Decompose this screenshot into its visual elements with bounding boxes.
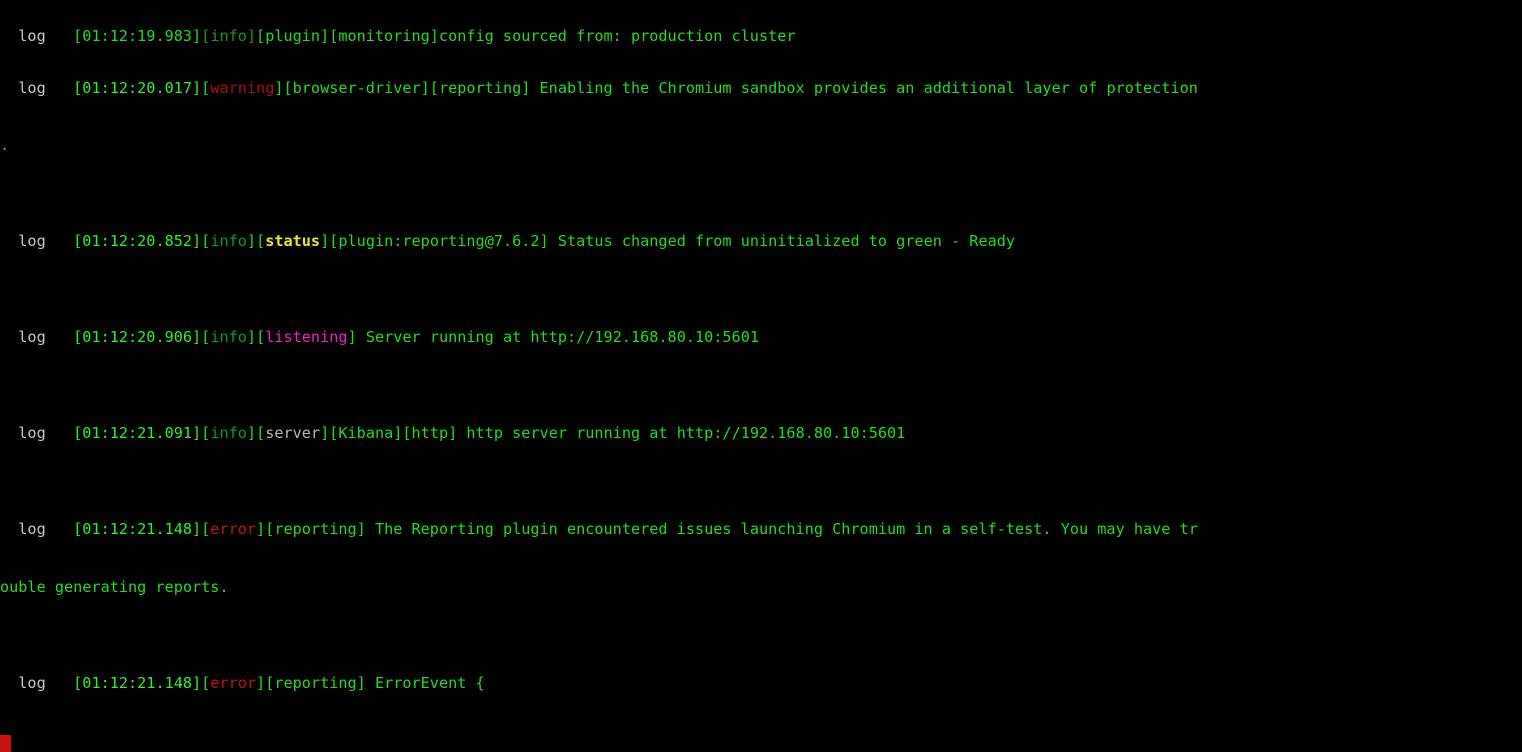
log-level-error: error: [210, 674, 257, 692]
log-prefix: log: [0, 424, 74, 443]
log-message-continuation: ouble generating reports.: [0, 578, 229, 596]
terminal-cursor: [0, 735, 11, 752]
log-bracket-close: ]: [256, 520, 266, 539]
log-timestamp: [01:12:20.852]: [73, 232, 202, 251]
log-bracket-open: [: [201, 520, 211, 539]
log-tag-server: server: [265, 424, 321, 443]
log-bracket-close: ]: [347, 328, 357, 347]
log-prefix: log: [0, 78, 74, 97]
log-bracket-open: [: [201, 424, 211, 443]
log-timestamp: [01:12:20.017]: [73, 78, 202, 97]
log-bracket-open: [: [256, 328, 266, 347]
log-bracket-close: ]: [320, 424, 330, 443]
log-bracket-open: [: [201, 232, 211, 251]
log-prefix: log: [0, 232, 74, 251]
log-prefix: log: [0, 674, 74, 692]
log-line-info-server: log [01:12:21.091][info][server][Kibana]…: [0, 424, 1522, 443]
log-line-error-selftest: log [01:12:21.148][error][reporting] The…: [0, 520, 1522, 539]
log-message: The Reporting plugin encountered issues …: [365, 520, 1198, 539]
log-bracket-close: ]: [320, 232, 330, 251]
log-timestamp: [01:12:21.148]: [73, 520, 202, 539]
log-message-continuation: .: [0, 136, 10, 155]
log-bracket-open: [: [256, 232, 266, 251]
log-timestamp: [01:12:21.091]: [73, 424, 202, 443]
log-prefix: log: [0, 328, 74, 347]
log-line-info-status: log [01:12:20.852][info][status][plugin:…: [0, 232, 1522, 251]
log-line-error-selftest-wrap: ouble generating reports.: [0, 578, 1522, 597]
log-message: http server running at http://192.168.80…: [457, 424, 906, 443]
log-bracket-close: ]: [246, 424, 257, 443]
log-line-warning-sandbox-wrap: .: [0, 136, 1522, 155]
log-prefix: log: [0, 520, 74, 539]
terminal-output[interactable]: log [01:12:19.983][info][plugin][monitor…: [0, 0, 1522, 752]
log-message: Enabling the Chromium sandbox provides a…: [530, 78, 1198, 97]
log-level-error: error: [210, 520, 257, 539]
log-bracket-close: ]: [274, 78, 284, 97]
log-tags: [reporting]: [265, 520, 366, 539]
log-level-info: info: [210, 424, 247, 443]
log-line-info-listening: log [01:12:20.906][info][listening] Serv…: [0, 328, 1522, 347]
log-tags: [browser-driver][reporting]: [283, 78, 531, 97]
log-message: ErrorEvent {: [365, 674, 485, 692]
log-tags: [plugin:reporting@7.6.2]: [329, 232, 549, 251]
log-level-info: info: [210, 232, 247, 251]
log-flow: log [01:12:20.017][warning][browser-driv…: [0, 2, 1522, 752]
log-timestamp: [01:12:20.906]: [73, 328, 202, 347]
log-message: Status changed from uninitialized to gre…: [548, 232, 1016, 251]
log-bracket-open: [: [201, 328, 211, 347]
log-tag-listening: listening: [265, 328, 348, 347]
log-bracket-open: [: [201, 78, 211, 97]
log-bracket-close: ]: [246, 232, 257, 251]
log-bracket-close: ]: [256, 674, 266, 692]
log-level-warning: warning: [210, 78, 275, 97]
log-tags: [reporting]: [265, 674, 366, 692]
log-bracket-open: [: [256, 424, 266, 443]
log-tags: [Kibana][http]: [329, 424, 458, 443]
log-level-info: info: [210, 328, 247, 347]
log-bracket-close: ]: [246, 328, 257, 347]
log-tag-status: status: [265, 232, 321, 251]
log-bracket-open: [: [201, 674, 211, 692]
log-line-warning-sandbox: log [01:12:20.017][warning][browser-driv…: [0, 79, 1522, 98]
log-message: Server running at http://192.168.80.10:5…: [356, 328, 759, 347]
log-line-error-errorevent: log [01:12:21.148][error][reporting] Err…: [0, 674, 1522, 693]
log-timestamp: [01:12:21.148]: [73, 674, 202, 692]
